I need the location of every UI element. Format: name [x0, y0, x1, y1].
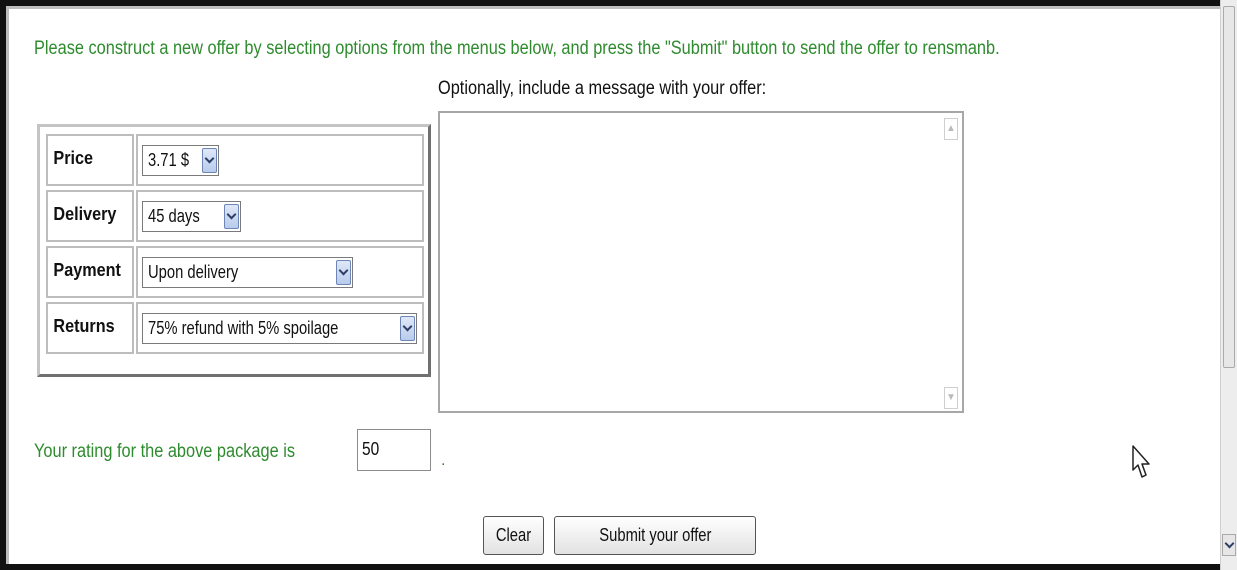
- clear-button[interactable]: Clear: [483, 516, 544, 555]
- returns-select[interactable]: 75% refund with 5% spoilage: [142, 313, 417, 344]
- delivery-label-cell: Delivery: [46, 190, 134, 242]
- returns-label: Returns: [53, 316, 115, 336]
- chevron-down-icon[interactable]: [400, 316, 415, 341]
- delivery-value-cell: 45 days: [136, 190, 424, 242]
- instruction-text: Please construct a new offer by selectin…: [34, 38, 1000, 59]
- payment-label: Payment: [53, 260, 121, 280]
- returns-value-cell: 75% refund with 5% spoilage: [136, 302, 424, 354]
- payment-select-value: Upon delivery: [148, 262, 239, 282]
- price-label: Price: [53, 148, 94, 168]
- price-select-value: 3.71 $: [148, 150, 190, 170]
- price-value-cell: 3.71 $: [136, 134, 424, 186]
- frame-shadow-left: [6, 6, 9, 564]
- clear-button-label: Clear: [495, 525, 532, 545]
- textarea-scroll-down-icon[interactable]: ▼: [944, 387, 958, 409]
- message-textarea[interactable]: [438, 111, 964, 413]
- rating-suffix: .: [441, 452, 446, 469]
- delivery-label: Delivery: [53, 204, 117, 224]
- chevron-down-icon[interactable]: [1222, 534, 1236, 556]
- price-select[interactable]: 3.71 $: [142, 145, 219, 176]
- delivery-select[interactable]: 45 days: [142, 201, 241, 232]
- payment-value-cell: Upon delivery: [136, 246, 424, 298]
- chevron-down-icon[interactable]: [224, 204, 239, 229]
- rating-input[interactable]: 50: [357, 429, 431, 471]
- rating-label: Your rating for the above package is: [34, 441, 296, 462]
- mouse-pointer-icon: [1132, 445, 1150, 478]
- payment-label-cell: Payment: [46, 246, 134, 298]
- delivery-select-value: 45 days: [148, 206, 200, 226]
- offer-table: Price 3.71 $ Delivery 45 days Payment Up…: [37, 124, 431, 377]
- price-label-cell: Price: [46, 134, 134, 186]
- submit-offer-button[interactable]: Submit your offer: [554, 516, 756, 555]
- returns-select-value: 75% refund with 5% spoilage: [148, 318, 339, 338]
- chevron-down-icon[interactable]: [202, 148, 217, 173]
- message-label: Optionally, include a message with your …: [438, 78, 767, 99]
- chevron-down-icon[interactable]: [336, 260, 351, 285]
- payment-select[interactable]: Upon delivery: [142, 257, 353, 288]
- submit-button-label: Submit your offer: [598, 525, 712, 545]
- returns-label-cell: Returns: [46, 302, 134, 354]
- frame-shadow-top: [6, 6, 1220, 9]
- page-scrollbar-thumb[interactable]: [1223, 6, 1235, 368]
- rating-value: 50: [362, 439, 380, 459]
- textarea-scroll-up-icon[interactable]: ▲: [944, 118, 958, 140]
